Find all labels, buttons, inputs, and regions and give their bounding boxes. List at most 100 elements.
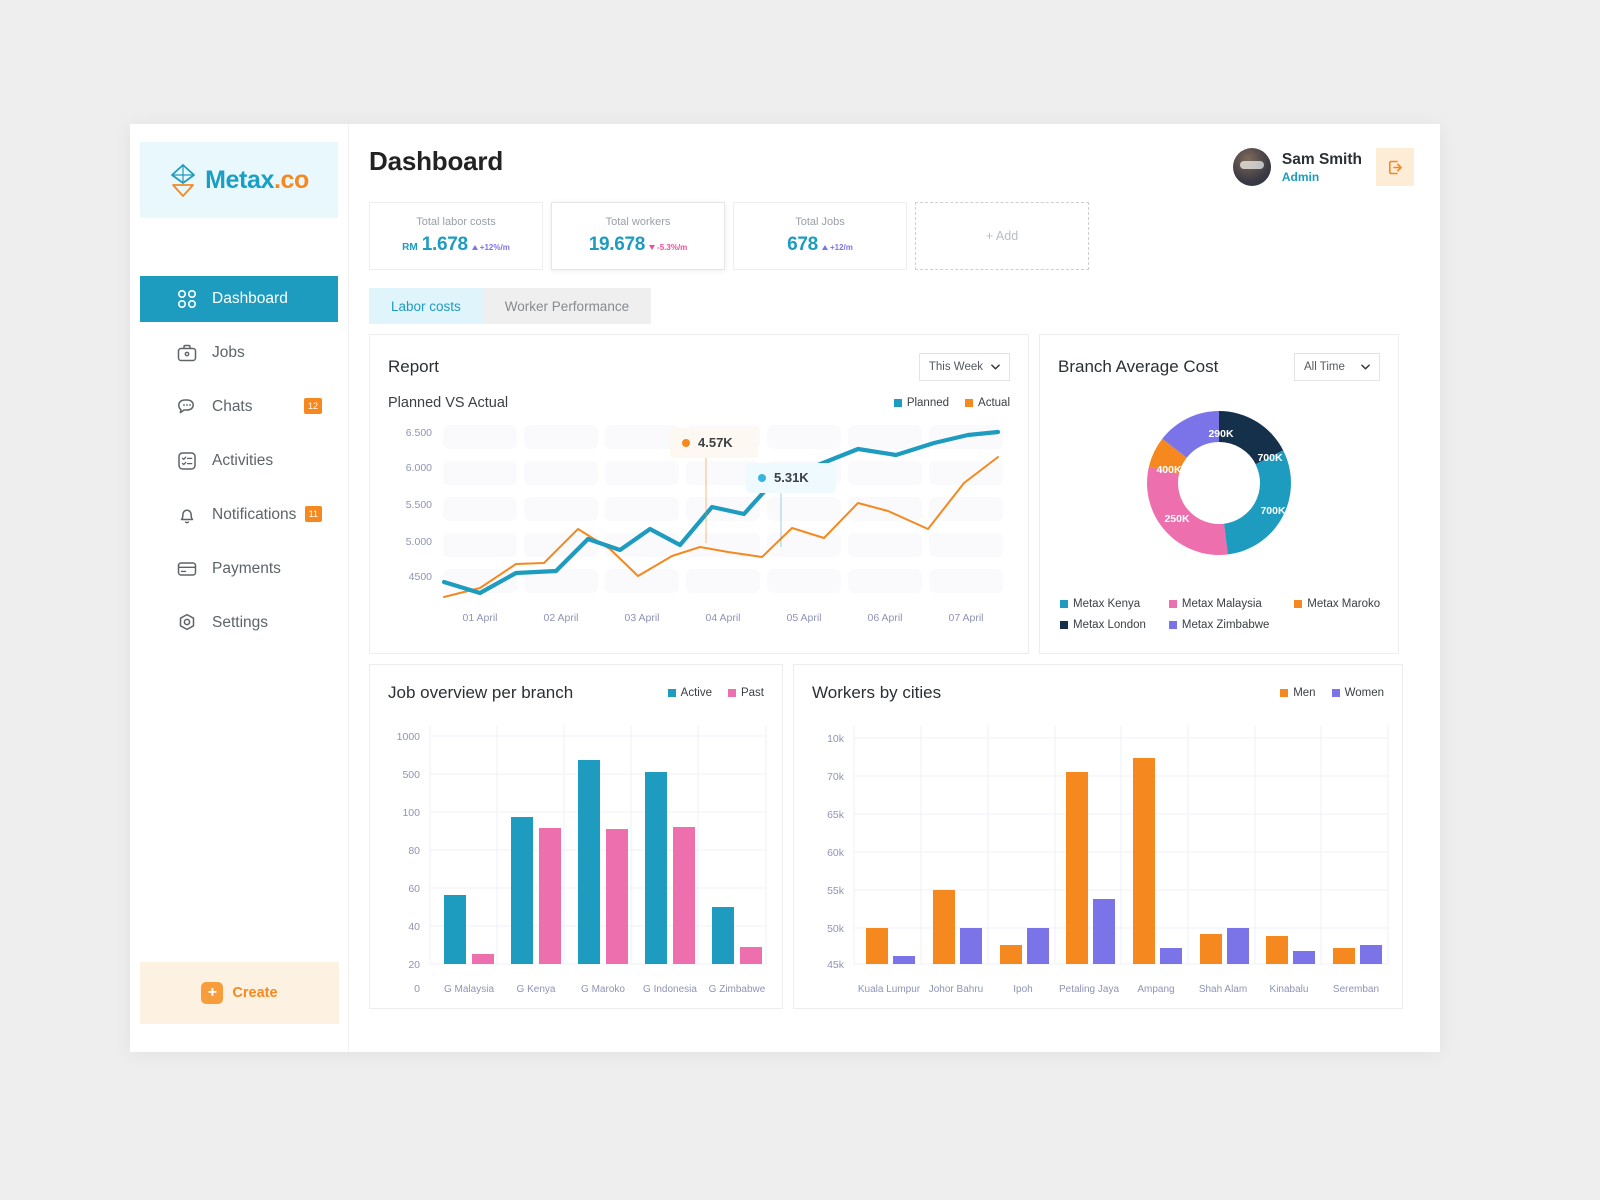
stat-value: 19.678 [588,234,646,255]
bar-women[interactable] [893,956,915,964]
tooltip-planned: 5.31K [746,463,836,493]
sidebar-item-activities[interactable]: Activities [140,438,338,484]
brand-name: Metax.co [205,166,309,195]
legend-metax-maroko[interactable]: Metax Maroko [1294,598,1390,610]
brand-name-secondary: .co [273,165,309,194]
bars [866,758,1382,964]
legend-metax-malaysia[interactable]: Metax Malaysia [1168,598,1294,610]
stat-value-row: 19.678 -5.3%/m [589,234,688,256]
bar-women[interactable] [1360,945,1382,964]
branch-range-dropdown[interactable]: All Time [1294,353,1380,381]
svg-text:700K: 700K [1260,505,1286,517]
legend-label: Active [680,687,712,699]
bar-past[interactable] [740,947,762,964]
bar-active[interactable] [444,895,466,964]
job-overview-panel: Job overview per branch Active Past 1000… [369,664,783,1009]
sidebar-item-chats[interactable]: Chats 12 [140,384,338,430]
tab-worker-performance[interactable]: Worker Performance [482,288,652,324]
bar-active[interactable] [511,817,533,964]
sidebar-item-notifications[interactable]: Notifications 11 [140,492,338,538]
branch-title: Branch Average Cost [1058,357,1219,376]
sidebar-item-settings[interactable]: Settings [140,600,338,646]
bar-men[interactable] [933,890,955,964]
bar-active[interactable] [645,772,667,964]
bar-past[interactable] [539,828,561,964]
svg-text:45k: 45k [827,959,845,971]
bar-women[interactable] [1227,928,1249,964]
legend-planned[interactable]: Planned [893,397,949,409]
page-title: Dashboard [369,146,504,176]
sidebar-item-jobs[interactable]: Jobs [140,330,338,376]
y-axis-ticks: 6.500 6.000 5.500 5.000 4500 [406,427,432,583]
bar-men[interactable] [1266,936,1288,964]
svg-text:G Indonesia: G Indonesia [643,984,697,995]
add-card-button[interactable]: + Add [915,202,1089,270]
stat-card-jobs[interactable]: Total Jobs 678 +12/m [733,202,907,270]
branch-average-cost-panel: Branch Average Cost All Time 700K 700K 2… [1039,334,1399,654]
bar-men[interactable] [1333,948,1355,964]
legend-swatch [965,399,974,407]
legend-past[interactable]: Past [727,687,764,699]
legend-metax-kenya[interactable]: Metax Kenya [1060,598,1169,610]
sidebar-item-payments[interactable]: Payments [140,546,338,592]
legend-active[interactable]: Active [667,687,712,699]
logout-button[interactable] [1376,148,1414,186]
donut-slice-malaysia[interactable] [1147,466,1228,555]
job-overview-legend: Active Past [667,687,764,699]
donut-slice-kenya[interactable] [1224,450,1291,555]
brand-logo[interactable]: Metax.co [140,142,338,218]
svg-text:250K: 250K [1164,513,1190,525]
sidebar-item-label: Chats [212,398,253,415]
topbar: Dashboard Sam Smith Admin [369,146,1414,186]
user-profile[interactable]: Sam Smith Admin [1232,148,1362,186]
legend-women[interactable]: Women [1331,687,1384,699]
create-button[interactable]: + Create [140,962,339,1024]
legend-metax-zimbabwe[interactable]: Metax Zimbabwe [1168,619,1294,631]
stat-value: 678 [787,234,818,255]
bar-women[interactable] [960,928,982,964]
bar-men[interactable] [1133,758,1155,964]
svg-text:Johor Bahru: Johor Bahru [929,984,983,995]
svg-text:50k: 50k [827,923,845,935]
stat-card-workers[interactable]: Total workers 19.678 -5.3%/m [551,202,725,270]
bar-past[interactable] [673,827,695,964]
bar-men[interactable] [1200,934,1222,964]
bar-women[interactable] [1027,928,1049,964]
bar-women[interactable] [1160,948,1182,964]
legend-swatch [1294,600,1303,608]
branch-header: Branch Average Cost All Time [1040,335,1398,381]
bar-past[interactable] [606,829,628,964]
report-range-dropdown[interactable]: This Week [918,353,1010,381]
sidebar-item-dashboard[interactable]: Dashboard [140,276,338,322]
legend-swatch [667,689,676,697]
legend-metax-london[interactable]: Metax London [1060,619,1169,631]
tab-labor-costs[interactable]: Labor costs [369,288,483,324]
bar-active[interactable] [578,760,600,964]
line-chart-svg: 6.500 6.000 5.500 5.000 4500 4.57K 5.31K… [406,425,1003,624]
legend-men[interactable]: Men [1280,687,1316,699]
bar-past[interactable] [472,954,494,964]
stat-card-labor-costs[interactable]: Total labor costs RM 1.678 +12%/m [369,202,543,270]
report-header: Report This Week [370,335,1028,381]
legend-swatch [893,399,902,407]
bar-men[interactable] [1000,945,1022,964]
legend-actual[interactable]: Actual [965,397,1010,409]
bar-women[interactable] [1093,899,1115,964]
stat-value: 1.678 [421,234,468,255]
stat-label: Total labor costs [416,216,496,228]
sidebar-item-label: Dashboard [212,290,288,307]
report-panel: Report This Week Planned VS Actual Plann… [369,334,1029,654]
svg-text:04 April: 04 April [705,612,740,624]
bar-men[interactable] [1066,772,1088,964]
svg-text:Ipoh: Ipoh [1013,984,1032,995]
donut-chart: 700K 700K 250K 400K 290K [1040,397,1398,577]
sidebar-item-label: Settings [212,614,269,631]
svg-text:Ampang: Ampang [1137,984,1174,995]
bar-men[interactable] [866,928,888,964]
sidebar-item-label: Activities [212,452,274,469]
svg-text:G Kenya: G Kenya [517,984,556,995]
chevron-down-icon [991,364,1000,370]
bar-active[interactable] [712,907,734,964]
svg-text:5.500: 5.500 [406,499,432,511]
bar-women[interactable] [1293,951,1315,964]
